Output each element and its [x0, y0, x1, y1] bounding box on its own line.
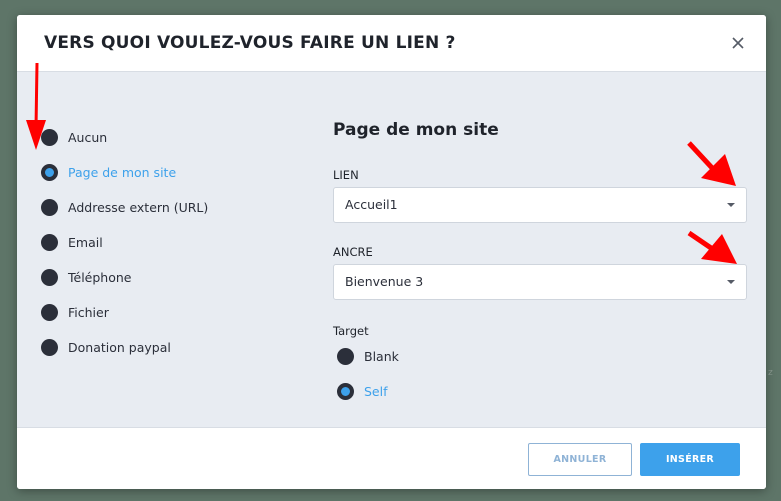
- radio-selected-icon: [337, 383, 354, 400]
- dialog-title: VERS QUOI VOULEZ-VOUS FAIRE UN LIEN ?: [44, 33, 456, 53]
- background-text: z: [768, 368, 773, 378]
- dialog-header: VERS QUOI VOULEZ-VOUS FAIRE UN LIEN ?: [17, 15, 766, 72]
- radio-label: Email: [68, 235, 103, 250]
- cancel-button[interactable]: ANNULER: [528, 443, 632, 476]
- radio-label: Aucun: [68, 130, 108, 145]
- link-type-phone[interactable]: Téléphone: [41, 260, 208, 295]
- lien-select[interactable]: Accueil1: [333, 187, 747, 223]
- ancre-select[interactable]: Bienvenue 3: [333, 264, 747, 300]
- insert-button[interactable]: INSÉRER: [640, 443, 740, 476]
- radio-selected-icon: [41, 164, 58, 181]
- radio-label: Fichier: [68, 305, 109, 320]
- radio-icon: [41, 129, 58, 146]
- link-dialog: VERS QUOI VOULEZ-VOUS FAIRE UN LIEN ? Au…: [17, 15, 766, 489]
- target-blank[interactable]: Blank: [337, 339, 399, 374]
- pane-title: Page de mon site: [333, 120, 499, 140]
- link-type-paypal[interactable]: Donation paypal: [41, 330, 208, 365]
- radio-icon: [41, 199, 58, 216]
- radio-icon: [41, 304, 58, 321]
- link-type-list: Aucun Page de mon site Addresse extern (…: [41, 120, 208, 365]
- radio-label: Blank: [364, 349, 399, 364]
- link-type-email[interactable]: Email: [41, 225, 208, 260]
- radio-icon: [41, 269, 58, 286]
- lien-select-value: Accueil1: [345, 197, 398, 212]
- close-icon[interactable]: [730, 35, 746, 51]
- target-self[interactable]: Self: [337, 374, 399, 409]
- radio-label: Téléphone: [68, 270, 132, 285]
- link-type-external-url[interactable]: Addresse extern (URL): [41, 190, 208, 225]
- radio-label: Donation paypal: [68, 340, 171, 355]
- link-type-none[interactable]: Aucun: [41, 120, 208, 155]
- radio-label: Page de mon site: [68, 165, 177, 180]
- target-options: Blank Self: [337, 339, 399, 409]
- dialog-footer: ANNULER INSÉRER: [17, 427, 766, 489]
- radio-icon: [41, 234, 58, 251]
- ancre-label: ANCRE: [333, 245, 373, 259]
- link-type-site-page[interactable]: Page de mon site: [41, 155, 208, 190]
- caret-down-icon: [727, 280, 735, 284]
- lien-label: LIEN: [333, 168, 359, 182]
- link-type-file[interactable]: Fichier: [41, 295, 208, 330]
- radio-icon: [41, 339, 58, 356]
- radio-icon: [337, 348, 354, 365]
- dialog-body: Aucun Page de mon site Addresse extern (…: [17, 72, 766, 427]
- ancre-select-value: Bienvenue 3: [345, 274, 424, 289]
- target-label: Target: [333, 324, 369, 338]
- radio-label: Addresse extern (URL): [68, 200, 209, 215]
- caret-down-icon: [727, 203, 735, 207]
- radio-label: Self: [364, 384, 388, 399]
